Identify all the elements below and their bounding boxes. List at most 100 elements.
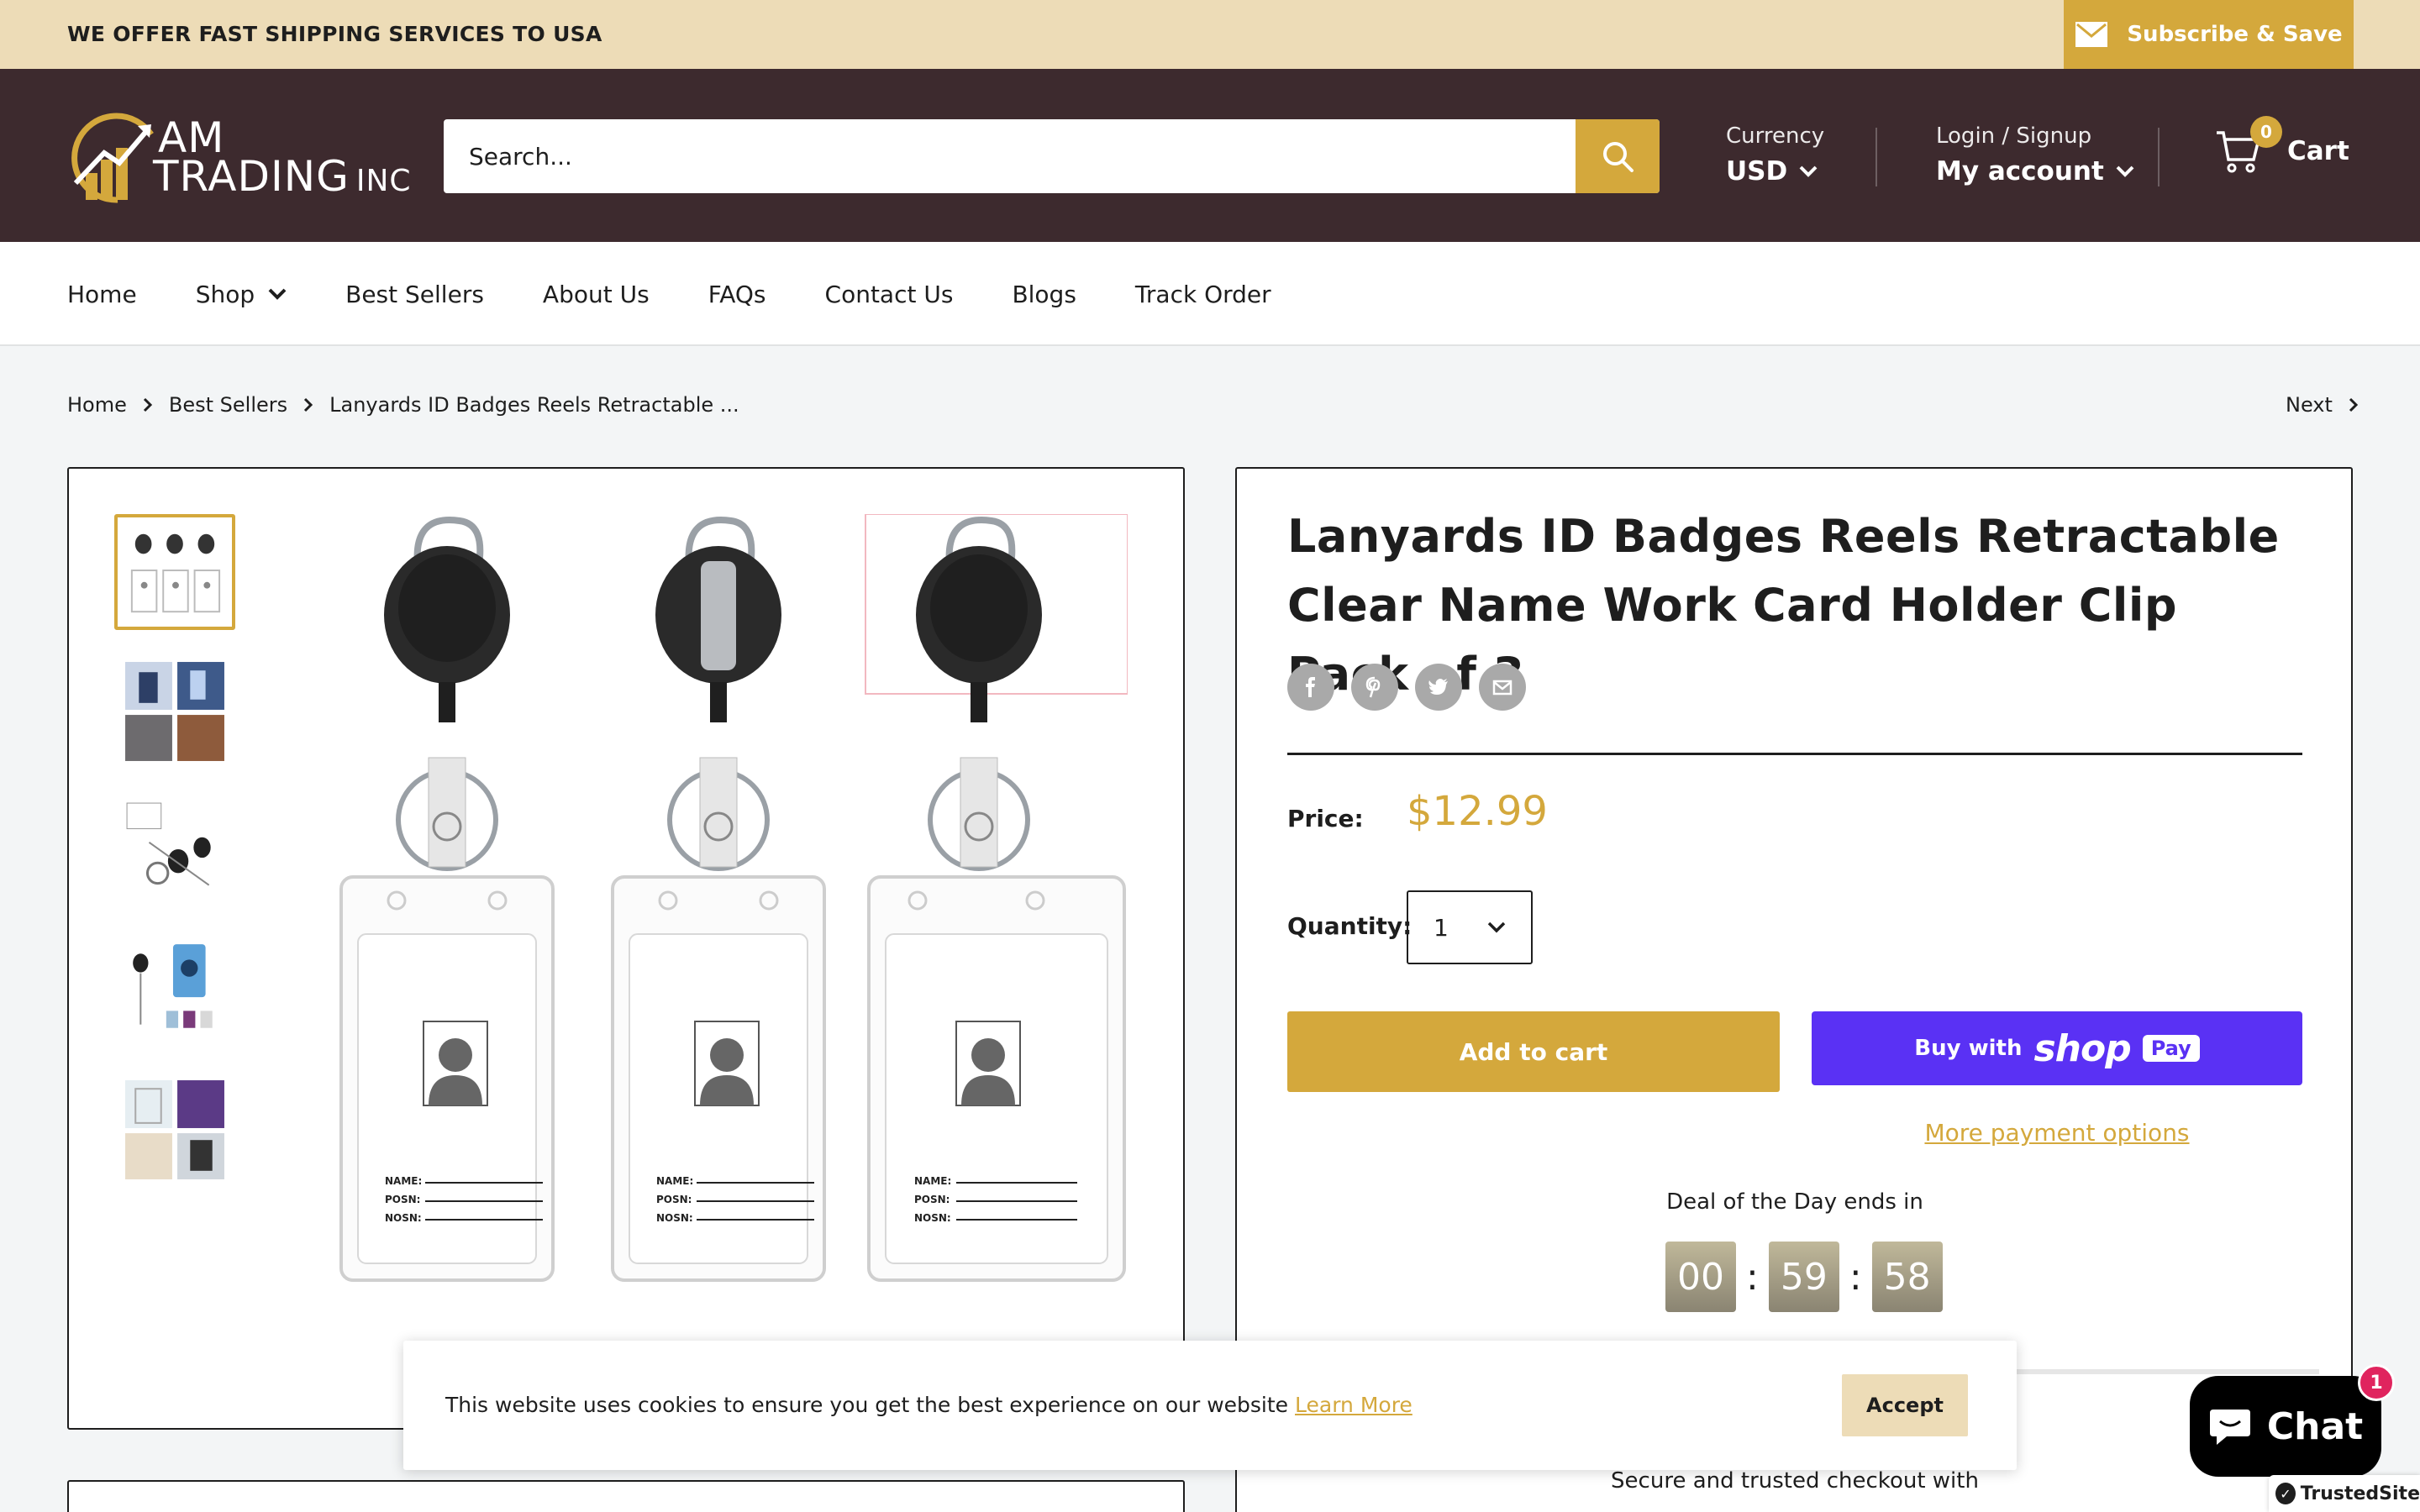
add-to-cart-button[interactable]: Add to cart (1287, 1011, 1780, 1092)
next-product-link[interactable]: Next (2286, 393, 2360, 417)
card-field-name-2: NAME: (656, 1175, 693, 1187)
header-divider (2158, 128, 2160, 186)
countdown-timer: 00 : 59 : 58 (1665, 1242, 1943, 1312)
chevron-down-icon (268, 288, 287, 300)
email-icon (1492, 680, 1512, 696)
facebook-icon (1306, 677, 1315, 697)
chevron-right-icon (2349, 397, 2359, 412)
share-facebook-button[interactable] (1287, 664, 1334, 711)
mail-icon (2075, 22, 2108, 47)
chat-button[interactable]: Chat 1 (2190, 1364, 2395, 1477)
secure-checkout-text: Secure and trusted checkout with (1611, 1468, 1979, 1494)
learn-more-link[interactable]: Learn More (1295, 1393, 1413, 1417)
buy-with-shop-pay-button[interactable]: Buy with shop Pay (1812, 1011, 2302, 1085)
cart-count-badge: 0 (2250, 116, 2282, 148)
thumbnail-3[interactable] (114, 793, 235, 909)
share-pinterest-button[interactable] (1351, 664, 1398, 711)
deal-countdown-label: Deal of the Day ends in (1666, 1189, 1923, 1215)
account-menu[interactable]: Login / Signup My account (1936, 119, 2134, 190)
subscribe-label: Subscribe & Save (2127, 22, 2343, 47)
timer-separator: : (1746, 1255, 1759, 1299)
site-header: AM TRADINGINC Currency USD Login / Signu… (0, 69, 2420, 242)
currency-label: Currency (1726, 123, 1825, 149)
logo-text-trading: TRADING INC (153, 153, 412, 205)
accept-cookies-button[interactable]: Accept (1842, 1374, 1968, 1436)
nav-item-shop-label: Shop (195, 280, 255, 308)
announcement-bar: WE OFFER FAST SHIPPING SERVICES TO USA S… (0, 0, 2420, 69)
timer-seconds: 58 (1871, 1242, 1943, 1312)
trustedsite-badge[interactable]: ✓ TrustedSite (2269, 1475, 2420, 1512)
thumbnail-image (125, 662, 224, 761)
chat-bubble-icon (2209, 1410, 2250, 1445)
checkmark-icon: ✓ (2275, 1483, 2296, 1504)
search-button[interactable] (1576, 119, 1660, 193)
quantity-select[interactable]: 1 (1407, 890, 1533, 964)
timer-hours: 00 (1665, 1242, 1736, 1312)
badge-reel-2: NAME: POSN: NOSN: (611, 517, 826, 1282)
price-label: Price: (1287, 805, 1364, 832)
cookie-text: This website uses cookies to ensure you … (445, 1393, 1289, 1417)
logo-inc-word: INC (355, 164, 412, 198)
main-product-image[interactable]: NAME: POSN: NOSN: NAME: POSN: NOSN: NAME… (338, 514, 1128, 1304)
card-field-name-3: NAME: (914, 1175, 951, 1187)
nav-item-contact-us[interactable]: Contact Us (825, 281, 954, 308)
shop-pay-logo-word: shop (2033, 1026, 2131, 1070)
chevron-down-icon (2116, 165, 2134, 177)
next-label: Next (2286, 393, 2333, 417)
logo-chart-icon (71, 113, 154, 203)
header-divider (1876, 128, 1877, 186)
pinterest-icon (1365, 676, 1381, 698)
share-email-button[interactable] (1479, 664, 1526, 711)
product-gallery: NAME: POSN: NOSN: NAME: POSN: NOSN: NAME… (67, 467, 1185, 1430)
description-card (67, 1480, 1185, 1512)
badge-reel-3: NAME: POSN: NOSN: (865, 514, 1128, 1282)
timer-separator: : (1849, 1255, 1862, 1299)
nav-item-faqs[interactable]: FAQs (708, 281, 766, 308)
price-value: $12.99 (1407, 788, 1548, 835)
nav-item-track-order[interactable]: Track Order (1135, 281, 1271, 308)
thumbnail-2[interactable] (114, 654, 235, 769)
chevron-right-icon (304, 397, 313, 412)
more-payment-options-link[interactable]: More payment options (1812, 1119, 2302, 1147)
chevron-right-icon (143, 397, 152, 412)
divider (1287, 753, 2302, 755)
main-nav: Home Shop Best Sellers About Us FAQs Con… (0, 242, 2420, 346)
nav-item-about-us[interactable]: About Us (543, 281, 650, 308)
breadcrumb-home[interactable]: Home (67, 393, 127, 417)
currency-selector[interactable]: Currency USD (1726, 119, 1824, 190)
card-field-nosn-1: NOSN: (385, 1212, 422, 1224)
thumbnail-1[interactable] (114, 514, 235, 630)
trustedsite-label: TrustedSite (2300, 1483, 2420, 1504)
card-field-nosn-2: NOSN: (656, 1212, 693, 1224)
subscribe-button[interactable]: Subscribe & Save (2064, 0, 2354, 69)
breadcrumb-best-sellers[interactable]: Best Sellers (169, 393, 287, 417)
shop-pay-logo-badge: Pay (2142, 1035, 2200, 1062)
cookie-banner: This website uses cookies to ensure you … (403, 1341, 2017, 1470)
thumbnail-5[interactable] (114, 1072, 235, 1188)
account-login-label: Login / Signup (1936, 123, 2092, 149)
breadcrumb-current: Lanyards ID Badges Reels Retractable ... (329, 393, 739, 417)
card-field-posn-2: POSN: (656, 1194, 692, 1205)
badge-reel-1: NAME: POSN: NOSN: (339, 517, 555, 1282)
quantity-value: 1 (1434, 913, 1449, 942)
nav-item-home[interactable]: Home (67, 281, 137, 308)
share-twitter-button[interactable] (1415, 664, 1462, 711)
card-field-name-1: NAME: (385, 1175, 422, 1187)
logo[interactable]: AM TRADING INC (67, 101, 411, 210)
search-bar (444, 119, 1660, 193)
logo-trading-word: TRADING (153, 152, 350, 201)
account-value: My account (1936, 156, 2104, 186)
search-input[interactable] (444, 119, 1576, 193)
chevron-down-icon (1799, 165, 1818, 177)
cart-link[interactable]: 0 Cart (2215, 116, 2349, 175)
breadcrumb: Home Best Sellers Lanyards ID Badges Ree… (67, 393, 739, 417)
nav-item-best-sellers[interactable]: Best Sellers (345, 281, 484, 308)
card-field-posn-1: POSN: (385, 1194, 420, 1205)
nav-item-blogs[interactable]: Blogs (1012, 281, 1076, 308)
cookie-message: This website uses cookies to ensure you … (445, 1341, 1413, 1470)
thumbnail-list (114, 514, 235, 1211)
nav-item-shop[interactable]: Shop (196, 281, 287, 308)
currency-value: USD (1726, 156, 1788, 186)
thumbnail-image (126, 802, 211, 886)
thumbnail-4[interactable] (114, 932, 235, 1048)
